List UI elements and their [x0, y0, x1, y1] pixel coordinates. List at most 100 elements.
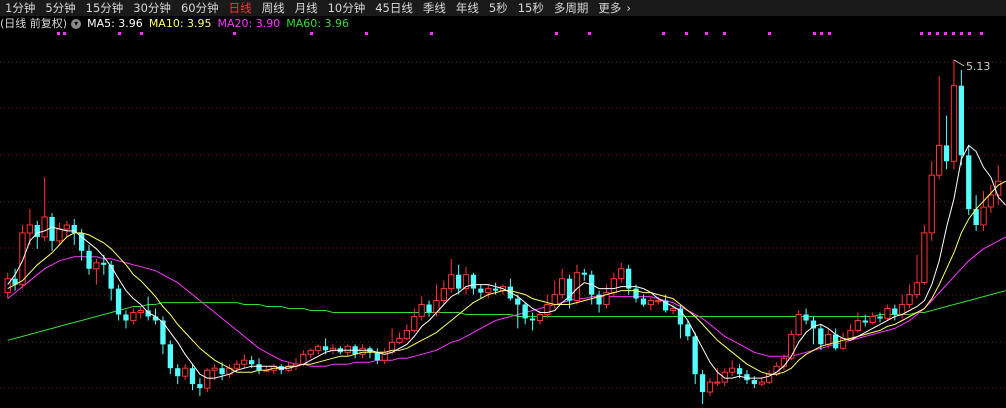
candle-body-up	[899, 304, 906, 315]
candle-body-down	[566, 278, 573, 301]
candle-body-down	[581, 272, 587, 275]
candle-body-down	[219, 368, 225, 375]
candle-body-down	[751, 380, 757, 385]
candle-body-up	[928, 174, 935, 234]
event-marker	[944, 32, 947, 35]
candle-body-up	[63, 224, 70, 230]
candle-body-down	[818, 328, 824, 345]
event-marker	[118, 32, 121, 35]
candle-body-up	[307, 349, 314, 355]
candle-body-up	[847, 329, 854, 339]
event-marker	[57, 32, 60, 35]
candle-body-down	[943, 145, 950, 162]
event-marker	[820, 32, 823, 35]
candle-body-down	[633, 288, 639, 299]
candle-body-up	[884, 308, 891, 319]
candle-body-down	[692, 336, 698, 375]
candle-body-down	[626, 268, 632, 289]
candle-body-up	[56, 228, 63, 242]
candle-body-up	[936, 144, 943, 176]
candle-body-up	[344, 345, 351, 353]
candle-body-up	[359, 347, 366, 355]
event-marker	[952, 32, 955, 35]
event-marker	[723, 32, 726, 35]
candle-body-down	[256, 364, 262, 371]
candle-body-down	[810, 320, 817, 329]
candle-body-up	[618, 268, 625, 280]
event-marker	[705, 32, 708, 35]
candle-body-up	[706, 381, 714, 393]
candle-body-down	[160, 320, 166, 345]
candle-body-up	[729, 367, 736, 373]
ma5-line	[7, 144, 1006, 379]
candle-body-up	[906, 294, 913, 306]
candle-body-up	[987, 194, 995, 208]
event-marker	[928, 32, 931, 35]
candle-body-up	[869, 316, 876, 323]
candle-body-up	[418, 304, 425, 317]
candle-body-up	[241, 359, 248, 365]
candle-body-down	[249, 360, 255, 365]
candle-body-down	[492, 288, 499, 291]
candle-body-down	[803, 314, 809, 321]
candle-body-up	[315, 345, 322, 351]
candle-body-up	[854, 320, 862, 331]
event-marker	[310, 32, 313, 35]
candle-body-down	[123, 314, 129, 321]
event-marker	[980, 32, 983, 35]
candle-body-up	[610, 278, 618, 294]
candle-body-down	[167, 344, 173, 369]
candle-body-up	[204, 369, 211, 389]
high-marker-arrow	[953, 59, 965, 67]
event-marker	[662, 32, 665, 35]
event-marker	[588, 32, 591, 35]
event-marker	[555, 32, 558, 35]
candle-body-down	[189, 368, 196, 385]
event-marker	[968, 32, 971, 35]
event-marker	[365, 32, 368, 35]
candle-body-up	[440, 288, 448, 302]
candle-body-down	[470, 274, 477, 289]
candle-body-up	[448, 274, 455, 290]
candle-body-down	[862, 320, 868, 323]
candle-body-down	[71, 225, 77, 233]
candle-body-up	[130, 312, 137, 321]
candle-body-down	[175, 368, 181, 377]
candle-body-down	[529, 318, 536, 321]
event-marker	[920, 32, 923, 35]
candle-body-down	[877, 316, 883, 319]
candlestick-chart[interactable]: 5.13	[0, 0, 1006, 408]
candle-body-down	[736, 368, 743, 375]
candle-body-down	[958, 85, 964, 156]
candle-body-down	[108, 264, 114, 289]
candle-body-down	[966, 155, 972, 210]
candle-body-up	[551, 294, 558, 306]
candle-body-down	[640, 298, 647, 305]
candle-body-down	[49, 217, 55, 241]
candle-body-up	[559, 278, 566, 296]
event-marker	[430, 32, 433, 35]
candle-body-down	[515, 298, 521, 305]
candle-body-up	[536, 314, 544, 321]
candle-body-up	[655, 300, 662, 303]
candle-body-up	[211, 367, 218, 371]
event-marker	[233, 32, 236, 35]
event-marker	[813, 32, 816, 35]
candle-body-down	[322, 346, 329, 351]
candle-body-down	[426, 304, 432, 313]
candle-body-down	[101, 262, 107, 265]
candle-body-down	[685, 324, 691, 337]
candle-body-up	[19, 232, 26, 286]
candle-body-down	[115, 288, 122, 315]
candle-body-down	[892, 308, 898, 315]
event-marker	[936, 32, 939, 35]
candle-body-up	[950, 85, 958, 162]
event-marker	[685, 32, 688, 35]
candle-body-up	[485, 288, 492, 294]
candle-body-up	[913, 282, 921, 296]
candle-body-down	[699, 374, 706, 393]
ma20-line	[7, 236, 1006, 367]
event-marker	[828, 32, 831, 35]
high-price-label: 5.13	[966, 60, 991, 73]
candle-body-up	[780, 357, 788, 367]
